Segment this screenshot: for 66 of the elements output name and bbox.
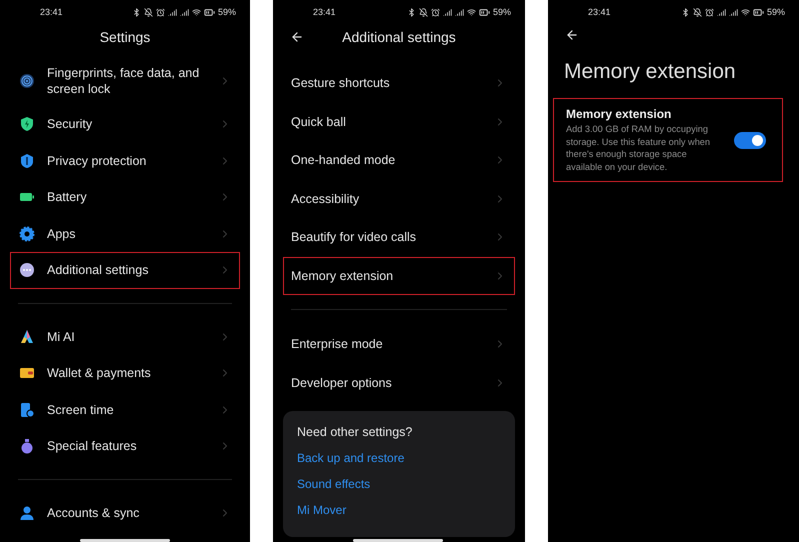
bluetooth-icon	[680, 8, 690, 16]
settings-item[interactable]: Screen time	[10, 392, 240, 428]
settings-item[interactable]: Battery	[10, 179, 240, 216]
signal-icon	[454, 8, 464, 16]
setting-description: Add 3.00 GB of RAM by occupying storage. Use this feature only when there's enough storage space available on your device.	[566, 123, 712, 173]
alarm-icon	[430, 8, 440, 16]
setting-title: Memory extension	[566, 107, 672, 121]
signal-icon	[180, 8, 189, 16]
bluetooth-icon	[132, 8, 141, 16]
settings-item[interactable]: Additional settings	[10, 252, 240, 288]
settings-item[interactable]: Mi AI	[10, 318, 240, 355]
battery-status-icon	[204, 6, 215, 18]
wifi-icon	[466, 8, 476, 16]
signal-icon	[728, 8, 738, 16]
screen-title: Settings	[100, 29, 150, 45]
settings-item[interactable]: Special features	[10, 428, 240, 464]
settings-link[interactable]: Sound effects	[297, 477, 501, 491]
gear-icon	[19, 226, 35, 242]
shield-icon	[19, 116, 35, 132]
flask-icon	[19, 438, 35, 454]
settings-item[interactable]: Enterprise mode	[283, 325, 515, 364]
bell-off-icon	[144, 8, 153, 16]
signal-icon	[442, 8, 452, 16]
settings-item[interactable]: Gesture shortcuts	[283, 64, 515, 102]
toggle-switch[interactable]	[734, 132, 766, 148]
back-arrow-icon[interactable]	[565, 28, 579, 42]
alarm-icon	[704, 8, 714, 16]
bluetooth-icon	[406, 8, 416, 16]
settings-link[interactable]: Mi Mover	[297, 503, 501, 517]
battery-percent: 59%	[766, 7, 785, 17]
battery-percent: 59%	[218, 7, 236, 17]
settings-item[interactable]: Security	[10, 106, 240, 142]
settings-item[interactable]: Wallet & payments	[10, 355, 240, 392]
settings-item[interactable]: Quick ball	[283, 102, 515, 141]
settings-item[interactable]: Beautify for video calls	[283, 218, 515, 256]
screen-title: Additional settings	[342, 29, 456, 45]
wifi-icon	[192, 8, 201, 16]
battery-status-icon	[478, 6, 490, 18]
status-time: 23:41	[313, 7, 336, 17]
settings-item[interactable]: One-handed mode	[283, 141, 515, 180]
settings-item[interactable]: Privacy protection	[10, 142, 240, 179]
signal-icon	[168, 8, 177, 16]
battery-percent: 59%	[492, 7, 511, 17]
page-title: Memory extension	[564, 60, 737, 84]
privacy-icon	[19, 152, 35, 169]
settings-item[interactable]: Apps	[10, 216, 240, 252]
fingerprint-icon	[19, 73, 35, 89]
settings-item[interactable]: Memory extension	[283, 256, 515, 295]
bell-off-icon	[692, 8, 702, 16]
ai-icon	[19, 328, 35, 345]
settings-item[interactable]: Fingerprints, face data, and screen lock	[10, 56, 240, 106]
bell-off-icon	[418, 8, 428, 16]
screen-time-icon	[19, 402, 35, 418]
settings-item[interactable]: Developer options	[283, 364, 515, 402]
status-time: 23:41	[588, 7, 611, 17]
card-title: Need other settings?	[297, 425, 414, 439]
signal-icon	[716, 8, 726, 16]
status-time: 23:41	[40, 7, 63, 17]
settings-link[interactable]: Back up and restore	[297, 451, 501, 465]
person-icon	[19, 504, 35, 521]
settings-item[interactable]: Accessibility	[283, 180, 515, 218]
settings-item[interactable]: Accounts & sync	[10, 494, 240, 531]
more-icon	[19, 262, 35, 278]
wifi-icon	[740, 8, 750, 16]
battery-status-icon	[752, 6, 764, 18]
alarm-icon	[156, 8, 165, 16]
